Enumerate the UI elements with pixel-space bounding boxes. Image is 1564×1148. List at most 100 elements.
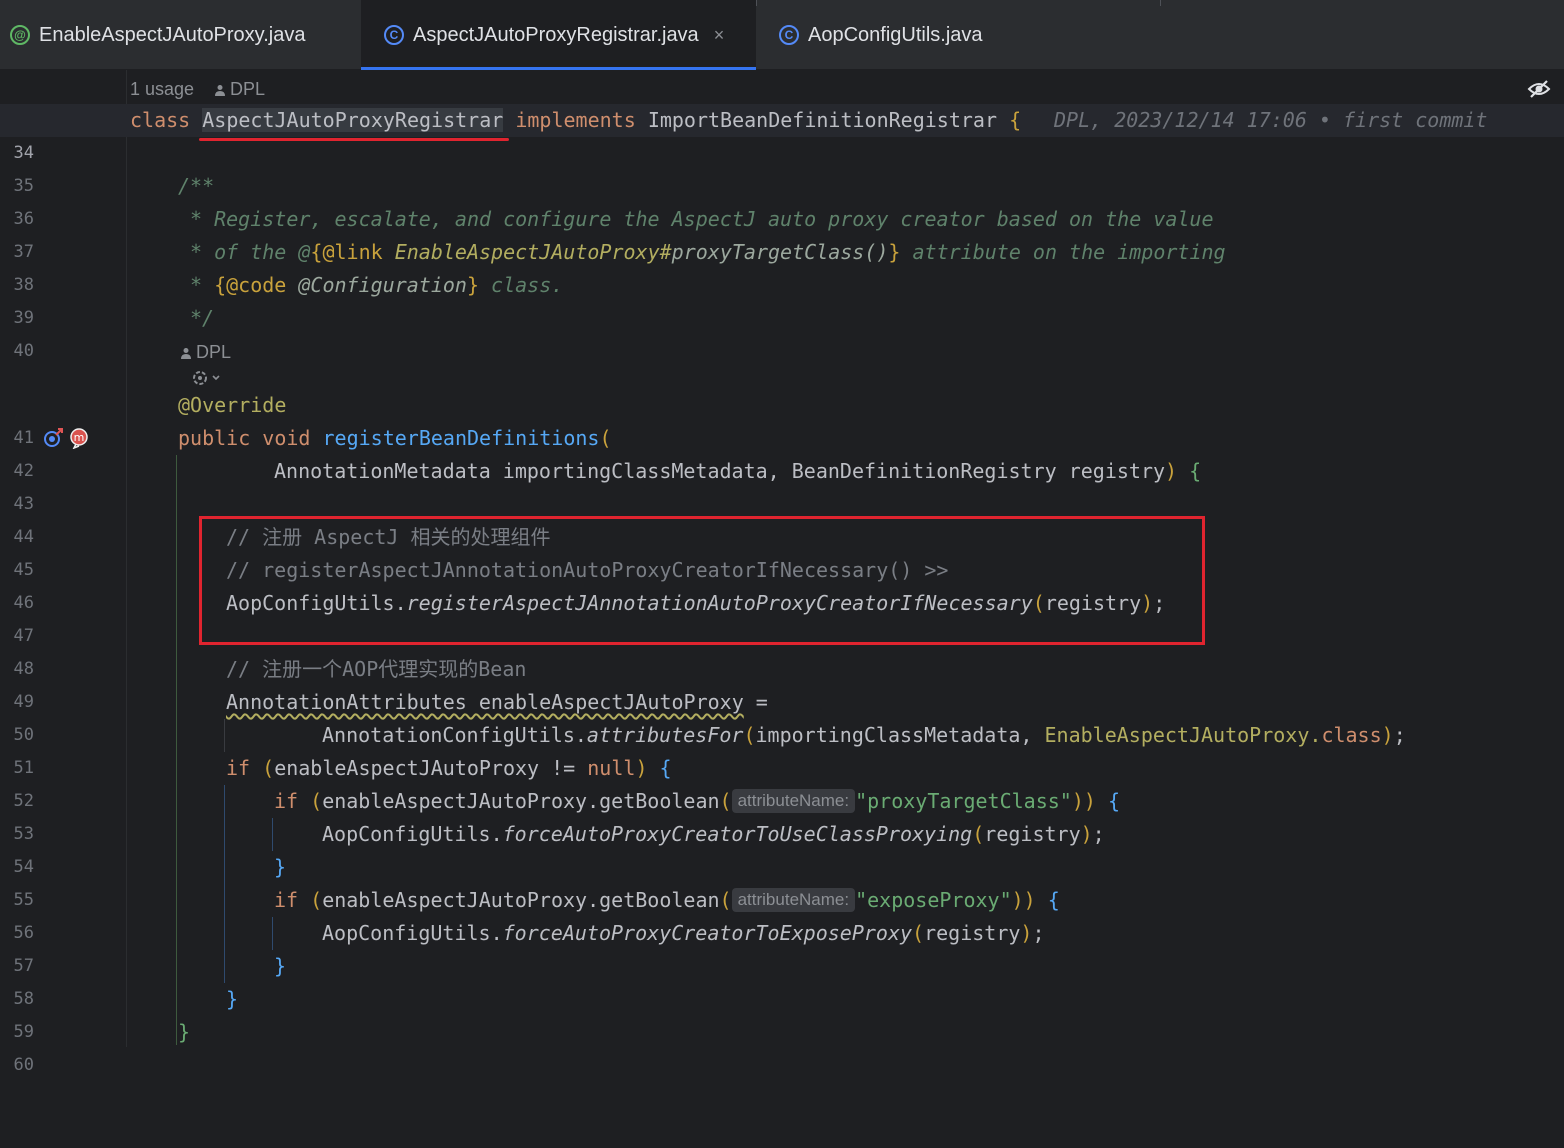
close-icon[interactable]: × xyxy=(714,25,725,46)
interface-name: ImportBeanDefinitionRegistrar xyxy=(647,108,998,132)
semicolon: ; xyxy=(1032,921,1045,945)
class-ref: AopConfigUtils. xyxy=(322,921,503,945)
annotation: @Override xyxy=(178,393,287,417)
code-line[interactable]: 56 if (enableAspectJAutoProxy.getBoolean… xyxy=(0,884,1564,943)
brace: } xyxy=(226,987,239,1011)
brace: } xyxy=(274,954,287,978)
variable-declaration[interactable]: AnnotationAttributes enableAspectJAutoPr… xyxy=(226,690,744,714)
person-icon xyxy=(215,85,225,97)
inlay-usages[interactable]: 1 usage xyxy=(130,76,194,102)
javadoc-code: @Configuration xyxy=(286,273,467,297)
method-breakpoint-icon[interactable]: m xyxy=(68,427,90,449)
paren: ( xyxy=(298,789,323,813)
tab-enable-aspectj-auto-proxy[interactable]: @ EnableAspectJAutoProxy.java xyxy=(0,0,361,70)
code-line[interactable]: 42 public void registerBeanDefinitions( xyxy=(0,422,1564,481)
svg-text:m: m xyxy=(74,431,85,444)
javadoc-link[interactable]: EnableAspectJAutoProxy# xyxy=(395,240,672,264)
annotation-icon: @ xyxy=(10,25,30,45)
paren: ) xyxy=(635,756,648,780)
paren: ( xyxy=(912,921,925,945)
red-box-annotation xyxy=(199,516,1205,645)
brace: { xyxy=(1177,459,1202,483)
brace: } xyxy=(274,855,287,879)
keyword: if xyxy=(226,756,251,780)
method-call: enableAspectJAutoProxy.getBoolean xyxy=(322,789,720,813)
code-line[interactable]: 55 } xyxy=(0,851,1564,910)
paren: ( xyxy=(298,888,323,912)
reader-mode-icon[interactable] xyxy=(1526,78,1552,100)
code-line[interactable]: 38 * of the @{@link EnableAspectJAutoPro… xyxy=(0,236,1564,295)
static-method-call[interactable]: forceAutoProxyCreatorToUseClassProxying xyxy=(503,822,973,846)
class-icon: C xyxy=(779,25,799,45)
indent-guide xyxy=(176,455,177,1045)
ai-assistant-icon[interactable] xyxy=(190,367,224,389)
paren: ( xyxy=(743,723,756,747)
javadoc: /** xyxy=(178,174,215,198)
code-line[interactable]: 58 } xyxy=(0,950,1564,1009)
paren: ( xyxy=(719,789,732,813)
argument: importingClassMetadata, xyxy=(755,723,1045,747)
code-line[interactable]: 51 AnnotationConfigUtils.attributesFor(i… xyxy=(0,719,1564,778)
code-line[interactable]: 35 xyxy=(0,137,1564,196)
code-line[interactable]: 59 } xyxy=(0,983,1564,1042)
code-line[interactable]: 52 if (enableAspectJAutoProxy != null) { xyxy=(0,752,1564,811)
keyword: implements xyxy=(515,108,636,132)
indent-guide xyxy=(224,785,225,983)
author-name: DPL xyxy=(196,342,232,362)
brace: } xyxy=(466,273,480,297)
code-line[interactable]: 40 */ xyxy=(0,302,1564,361)
git-blame-annotation[interactable]: DPL, 2023/12/14 17:06 • first commit xyxy=(1054,104,1487,137)
semicolon: ; xyxy=(1393,723,1406,747)
tab-label: EnableAspectJAutoProxy.java xyxy=(39,23,306,46)
person-icon xyxy=(181,348,191,360)
code-line[interactable]: 37 * Register, escalate, and configure t… xyxy=(0,203,1564,262)
code-editor[interactable]: 1 usage DPL 34 class AspectJAutoProxyReg… xyxy=(0,70,1564,1075)
code-line[interactable]: 36 /** xyxy=(0,170,1564,229)
tab-divider xyxy=(1160,0,1161,6)
javadoc-link-member[interactable]: proxyTargetClass xyxy=(672,240,865,264)
tab-aspectj-auto-proxy-registrar[interactable]: C AspectJAutoProxyRegistrar.java × xyxy=(361,0,756,70)
keyword: if xyxy=(274,789,299,813)
method-call: enableAspectJAutoProxy.getBoolean xyxy=(322,888,720,912)
paren: )) xyxy=(1011,888,1036,912)
code-line[interactable]: 41 @Override xyxy=(0,389,1564,448)
code-line[interactable]: 43 AnnotationMetadata importingClassMeta… xyxy=(0,455,1564,514)
brace: {@code xyxy=(214,273,287,297)
javadoc: * xyxy=(190,273,215,297)
code-line[interactable]: 53 if (enableAspectJAutoProxy.getBoolean… xyxy=(0,785,1564,844)
parameters: AnnotationMetadata importingClassMetadat… xyxy=(274,459,1166,483)
keyword: void xyxy=(262,426,311,450)
code-line[interactable]: 54 AopConfigUtils.forceAutoProxyCreatorT… xyxy=(0,818,1564,877)
indent-guide xyxy=(224,719,225,752)
code-line[interactable]: 34 class AspectJAutoProxyRegistrar imple… xyxy=(0,104,1564,163)
class-ref: AnnotationConfigUtils. xyxy=(322,723,587,747)
implements-method-icon[interactable] xyxy=(42,427,64,449)
code-line[interactable]: 49 // 注册一个AOP代理实现的Bean xyxy=(0,653,1564,712)
static-method-call[interactable]: forceAutoProxyCreatorToExposeProxy xyxy=(503,921,912,945)
string-literal: "proxyTargetClass" xyxy=(855,789,1072,813)
parameter-hint: attributeName: xyxy=(731,789,856,813)
string-literal: "exposeProxy" xyxy=(855,888,1012,912)
comment: // 注册一个AOP代理实现的Bean xyxy=(226,657,527,681)
paren: ( xyxy=(972,822,985,846)
author-name: DPL xyxy=(230,79,266,99)
brace: } xyxy=(178,1020,191,1044)
code-line[interactable]: 60 } xyxy=(0,1016,1564,1075)
argument: registry xyxy=(924,921,1021,945)
code-line[interactable]: 39 * {@code @Configuration} class. xyxy=(0,269,1564,328)
javadoc: attribute on the importing xyxy=(900,240,1226,264)
inlay-author[interactable]: DPL xyxy=(214,76,265,102)
code-line[interactable]: 50 AnnotationAttributes enableAspectJAut… xyxy=(0,686,1564,745)
inlay-method-author[interactable]: DPL xyxy=(180,339,231,365)
javadoc-parens: () xyxy=(864,240,889,264)
class-name: AspectJAutoProxyRegistrar xyxy=(202,108,504,132)
keyword: if xyxy=(274,888,299,912)
tab-aop-config-utils[interactable]: C AopConfigUtils.java xyxy=(756,0,1160,70)
javadoc: * Register, escalate, and configure the … xyxy=(190,207,1214,231)
argument: registry xyxy=(984,822,1081,846)
tab-label: AopConfigUtils.java xyxy=(808,23,983,46)
static-method-call[interactable]: attributesFor xyxy=(587,723,744,747)
code-line[interactable]: 57 AopConfigUtils.forceAutoProxyCreatorT… xyxy=(0,917,1564,976)
keyword: class xyxy=(1321,723,1382,747)
javadoc: class. xyxy=(479,273,564,297)
